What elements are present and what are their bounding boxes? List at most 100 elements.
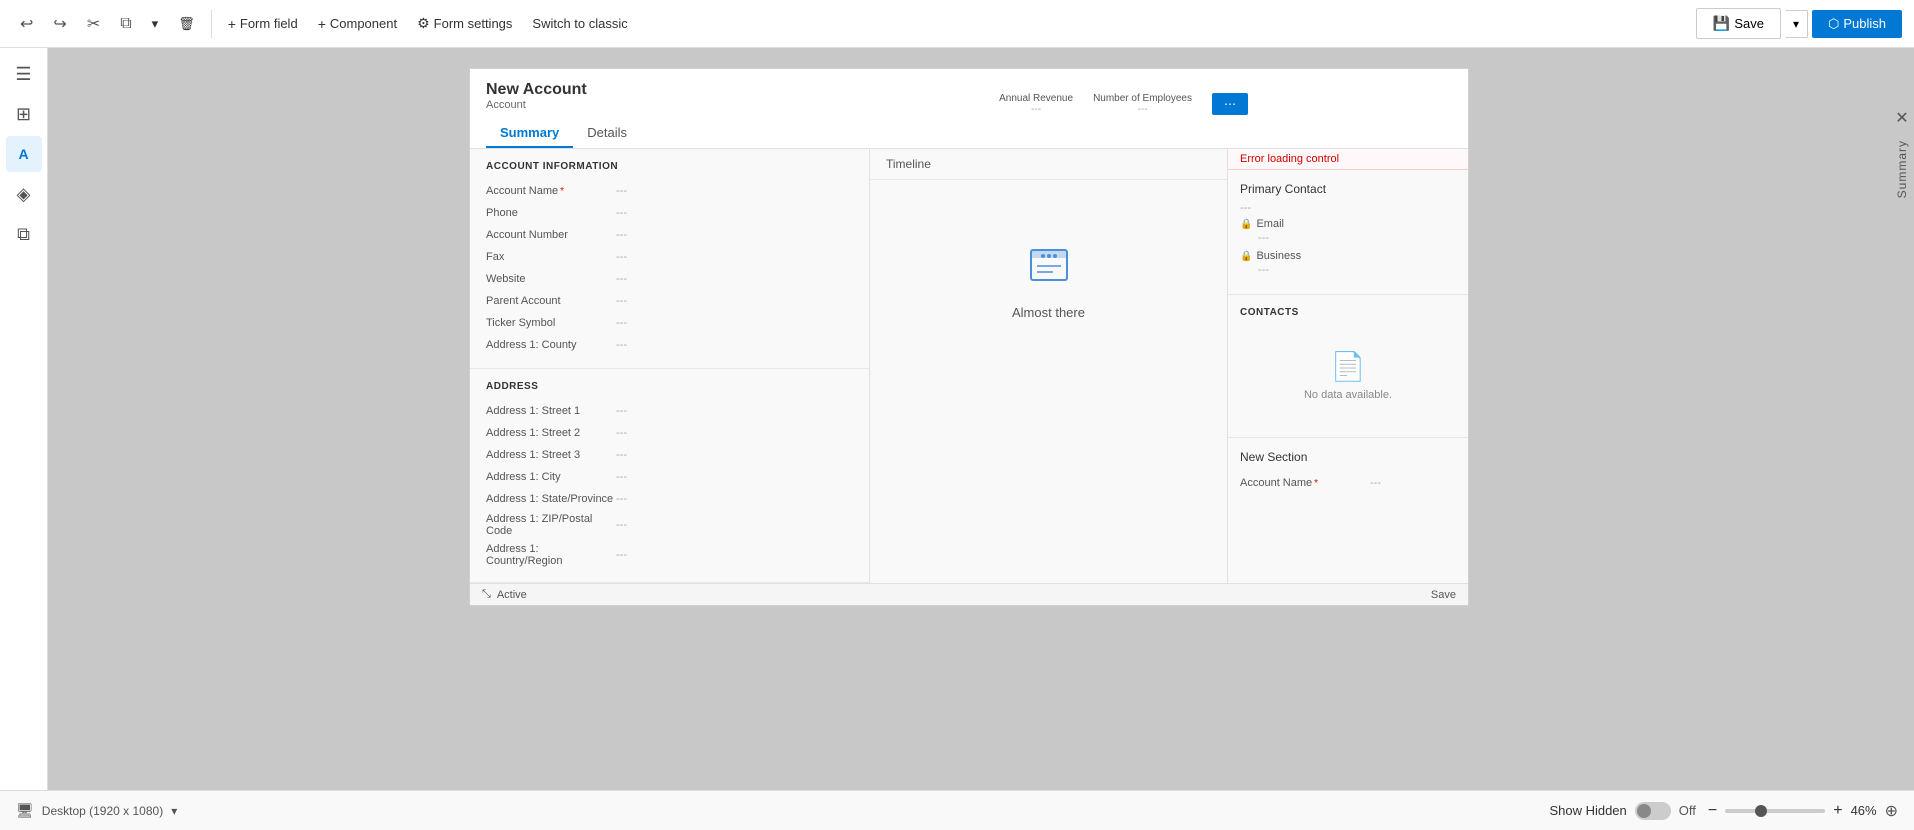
component-label: Component <box>330 16 397 31</box>
switch-label: Switch to classic <box>532 16 627 31</box>
form-body: ACCOUNT INFORMATION Account Name* --- Ph… <box>470 149 1468 583</box>
redo-button[interactable]: ↪ <box>45 10 74 38</box>
component-button[interactable]: + Component <box>310 12 405 36</box>
account-info-title: ACCOUNT INFORMATION <box>486 161 853 172</box>
new-section-account-name-label: Account Name* <box>1240 477 1370 489</box>
sidebar-grid-icon[interactable]: ⊞ <box>6 96 42 132</box>
tab-details[interactable]: Details <box>573 119 641 148</box>
save-dropdown-button[interactable]: ▾ <box>1785 10 1808 38</box>
toolbar: ↩ ↪ ✂ ⧉ ▾ 🗑 + Form field + Component ⚙ F… <box>0 0 1914 48</box>
geo-icon[interactable]: ⊕ <box>1885 801 1898 821</box>
settings-icon: ⚙ <box>417 15 430 32</box>
new-section-account-name-value: --- <box>1370 477 1381 489</box>
main-layout: ☰ ⊞ A ◈ ⧉ New Account Account Annual Rev… <box>0 48 1914 830</box>
table-row: Ticker Symbol --- <box>486 312 853 334</box>
close-panel-button[interactable]: ✕ <box>1895 108 1908 128</box>
sidebar-layers-icon[interactable]: ◈ <box>6 176 42 212</box>
bottom-right: Show Hidden Off − + 46% ⊕ <box>1549 801 1898 821</box>
table-row: Account Number --- <box>486 224 853 246</box>
table-row: Account Name* --- <box>486 180 853 202</box>
table-row: Parent Account --- <box>486 290 853 312</box>
field-label-country: Address 1: Country/Region <box>486 543 616 567</box>
undo-button[interactable]: ↩ <box>12 10 41 38</box>
tab-summary[interactable]: Summary <box>486 119 573 148</box>
active-status: Active <box>497 589 527 601</box>
num-employees-field: Number of Employees --- <box>1093 93 1192 115</box>
field-value-zip: --- <box>616 519 627 531</box>
table-row: Address 1: Street 1 --- <box>486 400 853 422</box>
device-label: Desktop (1920 x 1080) <box>42 804 163 818</box>
contacts-title: CONTACTS <box>1240 307 1456 318</box>
resize-icon: ⤡ <box>482 588 491 601</box>
save-icon: 💾 <box>1713 15 1730 32</box>
field-label-phone: Phone <box>486 207 616 219</box>
switch-classic-button[interactable]: Switch to classic <box>524 12 635 35</box>
table-row: Address 1: Street 2 --- <box>486 422 853 444</box>
field-label-city: Address 1: City <box>486 471 616 483</box>
form-footer: ⤡ Active Save <box>470 583 1468 605</box>
field-value-county: --- <box>616 339 627 351</box>
form-settings-button[interactable]: ⚙ Form settings <box>409 11 520 36</box>
save-button[interactable]: 💾 Save <box>1696 8 1781 39</box>
table-row: Address 1: State/Province --- <box>486 488 853 510</box>
form-tabs: Summary Details <box>486 119 1452 148</box>
delete-icon: 🗑 <box>178 16 195 32</box>
right-sidebar: ✕ Summary <box>1890 48 1914 830</box>
undo-icon: ↩ <box>20 14 33 34</box>
form-title: New Account <box>486 81 1452 99</box>
separator <box>211 10 212 38</box>
dropdown-icon: ▾ <box>152 16 159 32</box>
header-action-button[interactable]: ⋯ <box>1212 93 1248 115</box>
email-label: Email <box>1256 218 1284 230</box>
sidebar-copy-icon[interactable]: ⧉ <box>6 216 42 252</box>
field-label-county: Address 1: County <box>486 339 616 351</box>
publish-label: Publish <box>1843 16 1886 31</box>
form-field-button[interactable]: + Form field <box>220 12 306 36</box>
table-row: Fax --- <box>486 246 853 268</box>
field-label-state: Address 1: State/Province <box>486 493 616 505</box>
bottom-left: 🖥 Desktop (1920 x 1080) ▾ <box>16 802 177 819</box>
field-value-website: --- <box>616 273 627 285</box>
delete-button[interactable]: 🗑 <box>170 12 203 36</box>
show-hidden-toggle[interactable] <box>1635 802 1671 820</box>
address-section: ADDRESS Address 1: Street 1 --- Address … <box>470 369 869 583</box>
account-info-section: ACCOUNT INFORMATION Account Name* --- Ph… <box>470 149 869 369</box>
footer-right: Save <box>1431 589 1456 601</box>
table-row: Address 1: Street 3 --- <box>486 444 853 466</box>
monitor-icon: 🖥 <box>16 802 34 819</box>
dropdown-button[interactable]: ▾ <box>144 12 167 36</box>
form-left-column: ACCOUNT INFORMATION Account Name* --- Ph… <box>470 149 870 583</box>
cut-button[interactable]: ✂ <box>79 10 108 38</box>
canvas-area[interactable]: New Account Account Annual Revenue --- N… <box>48 48 1890 830</box>
new-section-title: New Section <box>1240 450 1456 464</box>
zoom-slider-thumb <box>1755 805 1767 817</box>
footer-save[interactable]: Save <box>1431 589 1456 601</box>
sidebar-text-icon[interactable]: A <box>6 136 42 172</box>
publish-button[interactable]: ⬡ Publish <box>1812 10 1902 38</box>
redo-icon: ↪ <box>53 14 66 34</box>
left-sidebar: ☰ ⊞ A ◈ ⧉ <box>0 48 48 830</box>
table-row: Phone --- <box>486 202 853 224</box>
copy-button[interactable]: ⧉ <box>112 11 139 37</box>
field-value-street2: --- <box>616 427 627 439</box>
contacts-section: CONTACTS 📄 No data available. <box>1228 295 1468 437</box>
field-value-street1: --- <box>616 405 627 417</box>
table-row: Address 1: City --- <box>486 466 853 488</box>
zoom-slider[interactable] <box>1725 809 1825 813</box>
primary-contact-value: --- <box>1240 202 1456 214</box>
form-header-fields: Annual Revenue --- Number of Employees -… <box>999 93 1248 115</box>
zoom-plus-button[interactable]: + <box>1833 802 1842 820</box>
field-value-ticker-symbol: --- <box>616 317 627 329</box>
device-dropdown-icon[interactable]: ▾ <box>171 804 177 818</box>
annual-revenue-field: Annual Revenue --- <box>999 93 1073 115</box>
error-banner: Error loading control <box>1228 149 1468 170</box>
form-preview: New Account Account Annual Revenue --- N… <box>469 68 1469 606</box>
cut-icon: ✂ <box>87 14 100 34</box>
show-hidden-label: Show Hidden <box>1549 803 1626 818</box>
table-row: Account Name* --- <box>1240 472 1456 494</box>
field-label-fax: Fax <box>486 251 616 263</box>
sidebar-menu-icon[interactable]: ☰ <box>6 56 42 92</box>
zoom-minus-button[interactable]: − <box>1708 802 1717 820</box>
annual-revenue-label: Annual Revenue <box>999 93 1073 104</box>
field-label-street3: Address 1: Street 3 <box>486 449 616 461</box>
